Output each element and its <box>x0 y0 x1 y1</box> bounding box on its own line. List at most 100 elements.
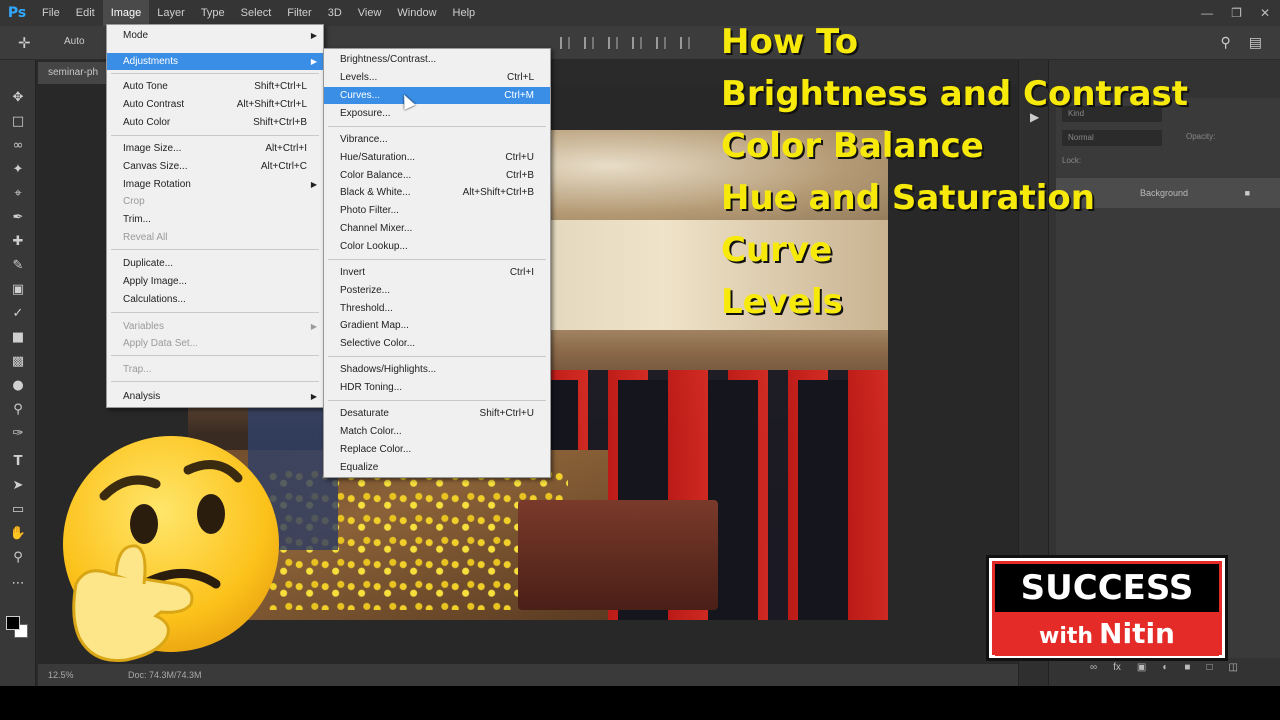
move-tool-icon[interactable]: ✛ <box>18 34 31 52</box>
menu-image[interactable]: Image <box>102 0 150 26</box>
menu-window[interactable]: Window <box>389 0 444 26</box>
menu-item-shadows-highlights[interactable]: Shadows/Highlights... <box>324 361 550 378</box>
menu-item-match-color[interactable]: Match Color... <box>324 423 550 440</box>
distribute-left-icon[interactable] <box>632 37 642 49</box>
healing-icon[interactable]: ✚ <box>8 232 28 252</box>
adjustment-layer-icon[interactable]: ◐ <box>1162 662 1168 673</box>
auto-select-checkbox[interactable]: Auto <box>64 36 85 47</box>
eraser-icon[interactable]: ■ <box>8 328 28 348</box>
stamp-icon[interactable]: ▣ <box>8 280 28 300</box>
menu-type[interactable]: Type <box>193 0 233 26</box>
crop-icon[interactable]: ⌖ <box>8 184 28 204</box>
menu-edit[interactable]: Edit <box>68 0 103 26</box>
menu-item-duplicate[interactable]: Duplicate... <box>107 255 323 272</box>
menu-item-label: Reveal All <box>123 232 168 243</box>
move-icon[interactable]: ✥ <box>8 88 28 108</box>
menu-item-selective-color[interactable]: Selective Color... <box>324 335 550 352</box>
menu-item-adjustments[interactable]: Adjustments ▶ <box>107 53 323 70</box>
menu-item-auto-contrast[interactable]: Auto Contrast Alt+Shift+Ctrl+L <box>107 96 323 113</box>
zoom-icon[interactable]: ⚲ <box>8 548 28 568</box>
menu-item-image-size[interactable]: Image Size... Alt+Ctrl+I <box>107 140 323 157</box>
menu-help[interactable]: Help <box>445 0 484 26</box>
menu-item-levels[interactable]: Levels... Ctrl+L <box>324 69 550 86</box>
menu-item-equalize[interactable]: Equalize <box>324 459 550 476</box>
menu-item-gradient-map[interactable]: Gradient Map... <box>324 317 550 334</box>
lasso-icon[interactable]: ∞ <box>8 136 28 156</box>
folder-icon[interactable]: ■ <box>1184 662 1190 673</box>
quick-select-icon[interactable]: ✦ <box>8 160 28 180</box>
search-icon[interactable]: ⚲ <box>1221 34 1231 51</box>
align-center-icon[interactable] <box>584 37 594 49</box>
menu-item-auto-tone[interactable]: Auto Tone Shift+Ctrl+L <box>107 78 323 95</box>
menu-item-hue-saturation[interactable]: Hue/Saturation... Ctrl+U <box>324 149 550 166</box>
menu-layer[interactable]: Layer <box>149 0 193 26</box>
menu-3d[interactable]: 3D <box>320 0 350 26</box>
mask-icon[interactable]: ▣ <box>1137 662 1146 673</box>
menu-item-hdr-toning[interactable]: HDR Toning... <box>324 379 550 396</box>
workspace-icon[interactable]: ▤ <box>1249 34 1262 51</box>
menu-item-apply-data-set: Apply Data Set... <box>107 335 323 352</box>
marquee-icon[interactable]: □ <box>8 112 28 132</box>
menu-item-analysis[interactable]: Analysis ▶ <box>107 388 323 405</box>
align-right-icon[interactable] <box>608 37 618 49</box>
menu-select[interactable]: Select <box>233 0 280 26</box>
menu-item-invert[interactable]: Invert Ctrl+I <box>324 264 550 281</box>
trash-icon[interactable]: ◫ <box>1229 662 1238 673</box>
menu-item-auto-color[interactable]: Auto Color Shift+Ctrl+B <box>107 114 323 131</box>
pen-icon[interactable]: ✑ <box>8 424 28 444</box>
menu-item-black-white[interactable]: Black & White... Alt+Shift+Ctrl+B <box>324 184 550 201</box>
menu-item-color-lookup[interactable]: Color Lookup... <box>324 238 550 255</box>
menu-item-curves[interactable]: Curves... Ctrl+M <box>324 87 550 104</box>
menu-item-trim[interactable]: Trim... <box>107 211 323 228</box>
history-brush-icon[interactable]: ✓ <box>8 304 28 324</box>
menu-item-mode[interactable]: Mode ▶ <box>107 27 323 44</box>
menu-item-channel-mixer[interactable]: Channel Mixer... <box>324 220 550 237</box>
logo-success-text: SUCCESS <box>995 564 1219 612</box>
opacity-label: Opacity: <box>1186 132 1216 141</box>
align-left-icon[interactable] <box>560 37 570 49</box>
menu-item-canvas-size[interactable]: Canvas Size... Alt+Ctrl+C <box>107 158 323 175</box>
brush-icon[interactable]: ✎ <box>8 256 28 276</box>
shape-icon[interactable]: ▭ <box>8 500 28 520</box>
overlay-line-brightness-contrast: Brightness and Contrast <box>721 74 1189 114</box>
menu-item-exposure[interactable]: Exposure... <box>324 105 550 122</box>
menu-item-vibrance[interactable]: Vibrance... <box>324 131 550 148</box>
link-icon[interactable]: ∞ <box>1090 662 1097 673</box>
align-controls <box>560 37 690 49</box>
menu-item-color-balance[interactable]: Color Balance... Ctrl+B <box>324 167 550 184</box>
menu-item-posterize[interactable]: Posterize... <box>324 282 550 299</box>
close-icon[interactable]: ✕ <box>1260 6 1270 20</box>
menu-item-threshold[interactable]: Threshold... <box>324 300 550 317</box>
menu-view[interactable]: View <box>350 0 390 26</box>
more-tools-icon[interactable]: ⋯ <box>8 574 28 594</box>
menu-item-desaturate[interactable]: Desaturate Shift+Ctrl+U <box>324 405 550 422</box>
gradient-icon[interactable]: ▩ <box>8 352 28 372</box>
type-icon[interactable]: T <box>8 452 28 472</box>
hand-icon[interactable]: ✋ <box>8 524 28 544</box>
dodge-icon[interactable]: ⚲ <box>8 400 28 420</box>
menu-file[interactable]: File <box>34 0 68 26</box>
layers-panel-actions: ∞ fx ▣ ◐ ■ □ ◫ <box>1090 662 1238 673</box>
menu-item-apply-image[interactable]: Apply Image... <box>107 273 323 290</box>
blur-icon[interactable]: ● <box>8 376 28 396</box>
menu-item-label: Apply Image... <box>123 276 187 287</box>
menu-item-calculations[interactable]: Calculations... <box>107 291 323 308</box>
photoshop-logo: Ps <box>7 5 27 21</box>
menu-item-label: HDR Toning... <box>340 382 403 393</box>
eyedropper-icon[interactable]: ✒ <box>8 208 28 228</box>
menu-shortcut: Ctrl+L <box>507 72 534 83</box>
path-select-icon[interactable]: ➤ <box>8 476 28 496</box>
menu-item-brightness-contrast[interactable]: Brightness/Contrast... <box>324 51 550 68</box>
menu-item-label: Color Lookup... <box>340 241 408 252</box>
menu-item-photo-filter[interactable]: Photo Filter... <box>324 202 550 219</box>
restore-icon[interactable]: ❐ <box>1231 6 1242 20</box>
menu-item-image-rotation[interactable]: Image Rotation ▶ <box>107 176 323 193</box>
menu-item-replace-color[interactable]: Replace Color... <box>324 441 550 458</box>
distribute-center-icon[interactable] <box>656 37 666 49</box>
fx-icon[interactable]: fx <box>1113 662 1121 673</box>
minimize-icon[interactable]: — <box>1201 6 1213 20</box>
new-layer-icon[interactable]: □ <box>1206 662 1212 673</box>
distribute-right-icon[interactable] <box>680 37 690 49</box>
menu-filter[interactable]: Filter <box>279 0 319 26</box>
foreground-color-swatch[interactable] <box>6 616 20 630</box>
